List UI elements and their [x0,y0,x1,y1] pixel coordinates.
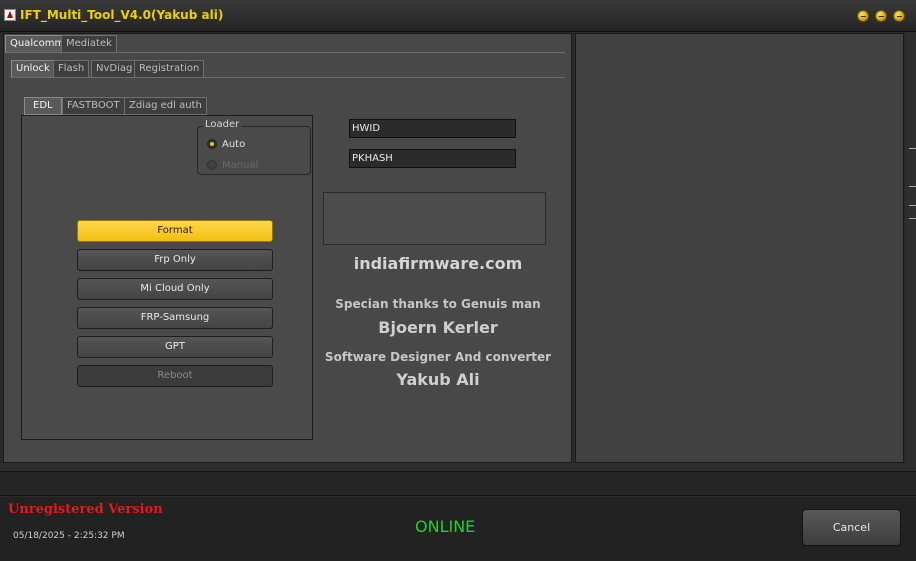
loader-group-label: Loader [203,119,242,130]
hwid-field[interactable]: HWID [349,119,516,138]
mi-cloud-only-button[interactable]: Mi Cloud Only [77,278,273,300]
tab-strip-line [5,52,565,53]
log-panel [575,33,904,463]
tab-strip-line [11,77,565,78]
pkhash-field[interactable]: PKHASH [349,149,516,168]
connection-status: ONLINE [415,517,476,536]
registration-status: Unregistered Version [8,502,163,517]
tab-edl[interactable]: EDL [24,97,62,115]
tab-flash[interactable]: Flash [53,60,90,78]
edge-divider [909,218,916,219]
reboot-button[interactable]: Reboot [77,365,273,387]
frp-samsung-button[interactable]: FRP-Samsung [77,307,273,329]
edge-divider [909,205,916,206]
close-icon[interactable] [893,10,905,22]
edge-divider [909,148,916,149]
tab-nvdiag[interactable]: NvDiag [91,60,138,78]
tab-fastboot[interactable]: FASTBOOT [62,97,125,115]
loader-auto-label[interactable]: Auto [222,139,245,150]
designer-name: Yakub Ali [396,370,480,389]
app-logo-icon [4,9,16,21]
minimize-icon[interactable] [857,10,869,22]
loader-auto-radio[interactable] [207,139,217,149]
datetime-label: 05/18/2025 - 2:25:32 PM [13,531,125,541]
edge-divider [909,186,916,187]
designer-credit: Software Designer And converter [324,350,552,364]
tab-unlock[interactable]: Unlock [11,60,55,78]
loader-manual-label[interactable]: Manual [222,160,258,171]
maximize-icon[interactable] [875,10,887,22]
cancel-button[interactable]: Cancel [802,509,901,546]
tab-zdiag-edl-auth[interactable]: Zdiag edl auth [124,97,207,115]
progress-bar [0,471,916,496]
info-box [323,192,546,245]
edge-strip [906,33,916,463]
thanks-credit: Specian thanks to Genuis man [335,297,541,311]
tab-registration[interactable]: Registration [134,60,205,78]
window-title: IFT_Multi_Tool_V4.0(Yakub ali) [20,8,224,22]
loader-manual-radio[interactable] [207,160,217,170]
site-credit: indiafirmware.com [353,254,523,273]
gpt-button[interactable]: GPT [77,336,273,358]
format-button[interactable]: Format [77,220,273,242]
separator-bar [0,463,916,471]
frp-only-button[interactable]: Frp Only [77,249,273,271]
tab-mediatek[interactable]: Mediatek [61,35,117,53]
tab-qualcomm[interactable]: Qualcomm [5,35,70,53]
author-credit: Bjoern Kerler [378,318,498,337]
